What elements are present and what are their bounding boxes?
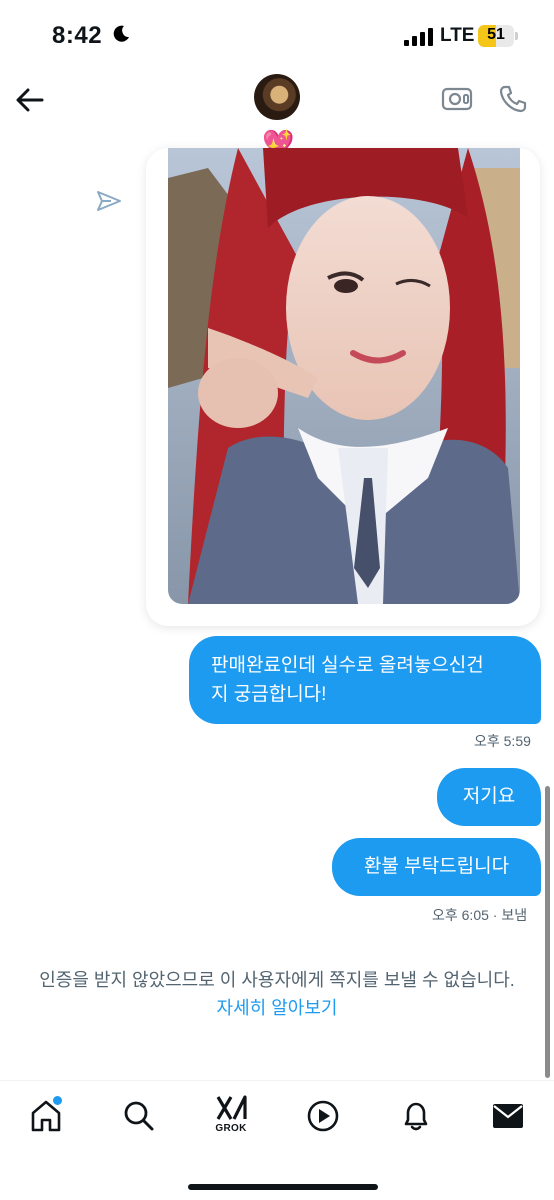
signal-icon [404,28,433,46]
notification-dot [53,1096,62,1105]
message-text-line: 지 궁금합니다! [211,684,327,705]
video-call-icon[interactable] [441,86,473,112]
cannot-message-notice: 인증을 받지 않았으므로 이 사용자에게 쪽지를 보낼 수 없습니다. [39,970,515,990]
scrollbar[interactable] [545,786,550,1078]
message-bubble[interactable]: 환불 부탁드립니다 [332,838,541,896]
nav-search[interactable] [122,1099,156,1133]
nav-video[interactable] [306,1099,340,1133]
status-bar: 8:42 LTE 51 [0,0,554,72]
message-timestamp: 오후 5:59 [474,733,531,749]
network-type: LTE [440,25,475,46]
avatar[interactable] [254,74,300,120]
back-arrow-icon[interactable] [14,84,46,116]
grok-icon [216,1095,247,1120]
nav-home[interactable] [29,1096,63,1133]
message-text-line: 판매완료인데 실수로 올려놓으신건 [211,655,484,676]
photo-message-card[interactable] [146,148,540,626]
search-icon [124,1101,154,1131]
message-bubble[interactable]: 저기요 [437,768,541,826]
message-bubble[interactable]: 판매완료인데 실수로 올려놓으신건 지 궁금합니다! [189,636,541,724]
video-play-icon [307,1100,339,1132]
home-indicator [188,1184,378,1190]
bottom-navigation: GROK [0,1080,554,1200]
nav-messages[interactable] [491,1099,525,1133]
shared-photo[interactable] [168,148,520,604]
learn-more-link[interactable]: 자세히 알아보기 [0,994,554,1020]
mail-icon [493,1104,523,1128]
share-icon[interactable] [96,188,122,214]
nav-notifications[interactable] [399,1099,433,1133]
battery-level: 51 [487,26,505,43]
status-time: 8:42 [52,22,103,49]
battery-icon: 51 [478,25,518,47]
phone-icon[interactable] [498,84,528,114]
grok-label: GROK [215,1123,247,1134]
message-timestamp: 오후 6:05 · 보냄 [432,907,528,923]
moon-icon [113,25,129,42]
nav-grok[interactable]: GROK [212,1093,250,1137]
bell-icon [404,1102,428,1131]
